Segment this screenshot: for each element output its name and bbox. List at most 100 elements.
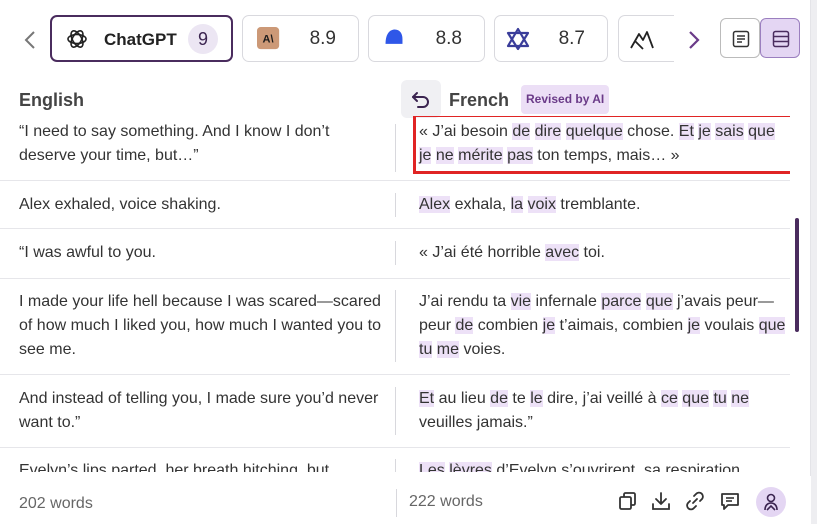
chevron-left-icon	[24, 31, 35, 49]
text-segment: toi.	[579, 244, 605, 261]
link-icon	[686, 491, 704, 511]
target-word-count: 222 words	[409, 493, 483, 510]
model-card-blue[interactable]: 8.8	[368, 15, 485, 62]
revised-by-ai-badge: Revised by AI	[521, 85, 610, 114]
model-score: 8.8	[435, 28, 462, 49]
single-view-button[interactable]	[720, 18, 760, 58]
model-selector-bar: ChatGPT 9 A\ 8.9 8.8 8.7	[0, 0, 811, 76]
segment-row[interactable]: Evelyn’s lips parted, her breath hitchin…	[0, 448, 790, 472]
highlighted-word[interactable]: que	[758, 317, 786, 334]
scrollbar[interactable]	[795, 218, 799, 332]
model-card-triangle[interactable]: 8.7	[494, 15, 608, 62]
split-view-button[interactable]	[760, 18, 800, 58]
copy-icon	[619, 492, 636, 510]
copy-button[interactable]	[617, 490, 641, 514]
highlighted-word[interactable]: de	[490, 390, 508, 407]
highlighted-word[interactable]: le	[530, 390, 543, 407]
segment-row[interactable]: And instead of telling you, I made sure …	[0, 375, 790, 448]
segment-row[interactable]: “I was awful to you. « J’ai été horrible…	[0, 229, 790, 279]
text-segment: au lieu	[434, 390, 491, 407]
highlighted-word[interactable]: je	[698, 123, 711, 140]
source-text: Alex exhaled, voice shaking.	[19, 196, 221, 213]
text-segment: exhala,	[450, 196, 511, 213]
model-score: 8.7	[558, 28, 585, 49]
highlighted-word[interactable]: de	[455, 317, 474, 334]
text-segment: infernale	[531, 293, 602, 310]
highlighted-word[interactable]: Les	[419, 462, 445, 472]
download-button[interactable]	[650, 490, 674, 514]
highlighted-word[interactable]: Et	[678, 123, 694, 140]
model-score: 8.9	[309, 28, 336, 49]
target-text[interactable]: Et au lieu de te le dire, j’ai veillé à …	[419, 387, 789, 435]
openai-logo-icon	[67, 30, 87, 48]
footer-bar: 202 words 222 words	[0, 476, 811, 524]
highlighted-word[interactable]: ce	[660, 390, 678, 407]
chevron-right-icon	[689, 31, 700, 49]
text-segment: d’Evelyn s’ouvrirent, sa respiration	[491, 462, 741, 472]
anthropic-logo-icon: A\	[257, 27, 280, 50]
text-segment: « J’ai besoin	[419, 123, 513, 140]
highlighted-word[interactable]: mérite	[458, 147, 503, 164]
text-segment: te	[507, 390, 531, 407]
highlighted-word[interactable]: je	[542, 317, 556, 334]
highlighted-word[interactable]: que	[682, 390, 709, 407]
model-card-mountain[interactable]	[618, 15, 674, 62]
highlighted-word[interactable]: tu	[713, 390, 727, 407]
highlighted-word[interactable]: la	[510, 196, 524, 213]
target-text[interactable]: Alex exhala, la voix tremblante.	[419, 193, 789, 217]
highlighted-word[interactable]: vie	[510, 293, 532, 310]
translation-panel: ChatGPT 9 A\ 8.9 8.8 8.7 English French …	[0, 0, 811, 524]
triangle-logo-icon	[506, 27, 530, 51]
target-language-header: French	[449, 90, 510, 110]
highlighted-word[interactable]: je	[419, 147, 432, 164]
highlighted-word[interactable]: de	[512, 123, 531, 140]
segment-row[interactable]: I made your life hell because I was scar…	[0, 279, 790, 375]
target-text[interactable]: « J’ai été horrible avec toi.	[419, 241, 789, 265]
highlighted-word[interactable]: quelque	[565, 123, 623, 140]
text-segment: voies.	[459, 341, 506, 358]
highlighted-word[interactable]: pas	[507, 147, 533, 164]
undo-icon	[412, 92, 429, 108]
highlighted-word[interactable]: ne	[435, 147, 454, 164]
text-segment: dire, j’ai veillé à	[542, 390, 661, 407]
text-segment: chose.	[622, 123, 679, 140]
svg-text:A\: A\	[263, 34, 274, 46]
highlighted-word[interactable]: sais	[715, 123, 744, 140]
segment-row[interactable]: “I need to say something. And I know I d…	[0, 116, 790, 181]
comment-button[interactable]	[719, 490, 743, 514]
highlighted-word[interactable]: avec	[545, 244, 580, 261]
segment-row[interactable]: Alex exhaled, voice shaking. Alex exhala…	[0, 181, 790, 229]
previous-model-button[interactable]	[18, 26, 42, 52]
model-badge: 9	[188, 24, 218, 54]
target-text[interactable]: J’ai rendu ta vie infernale parce que j’…	[419, 290, 789, 362]
text-segment: voulais	[700, 317, 759, 334]
text-segment	[523, 196, 527, 213]
highlighted-word[interactable]: dire	[534, 123, 562, 140]
target-text[interactable]: « J’ai besoin de dire quelque chose. Et …	[413, 116, 790, 174]
highlighted-word[interactable]: que	[645, 293, 673, 310]
revert-button[interactable]	[401, 80, 441, 118]
target-text[interactable]: Les lèvres d’Evelyn s’ouvrirent, sa resp…	[419, 459, 789, 472]
document-icon	[732, 30, 750, 48]
highlighted-word[interactable]: Et	[419, 390, 435, 407]
highlighted-word[interactable]: que	[748, 123, 775, 140]
highlighted-word[interactable]: lèvres	[449, 462, 492, 472]
source-text: “I need to say something. And I know I d…	[19, 123, 330, 164]
voice-assistant-button[interactable]	[756, 487, 786, 517]
highlighted-word[interactable]: ne	[731, 390, 750, 407]
comment-icon	[721, 493, 739, 510]
highlighted-word[interactable]: voix	[527, 196, 556, 213]
text-segment: t’aimais, combien	[555, 317, 688, 334]
highlighted-word[interactable]: je	[687, 317, 701, 334]
model-card-anthropic[interactable]: A\ 8.9	[242, 15, 359, 62]
highlighted-word[interactable]: parce	[601, 293, 642, 310]
rows-icon	[772, 30, 790, 48]
highlighted-word[interactable]: tu	[419, 341, 433, 358]
highlighted-word[interactable]: Alex	[419, 196, 451, 213]
model-card-chatgpt[interactable]: ChatGPT 9	[50, 15, 233, 62]
next-model-button[interactable]	[682, 26, 706, 52]
model-name: ChatGPT	[104, 30, 177, 49]
share-link-button[interactable]	[684, 490, 708, 514]
highlighted-word[interactable]: me	[436, 341, 460, 358]
source-text: And instead of telling you, I made sure …	[19, 390, 379, 431]
